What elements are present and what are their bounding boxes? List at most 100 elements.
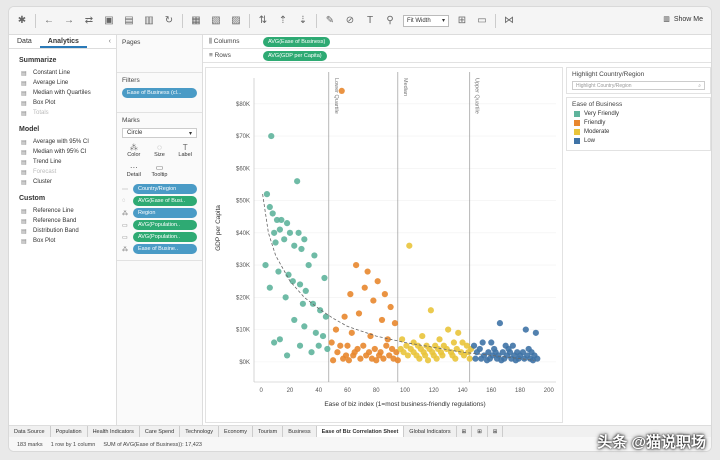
- refresh-icon[interactable]: ↻: [162, 14, 176, 28]
- data-point[interactable]: [521, 355, 528, 362]
- data-point[interactable]: [491, 345, 498, 353]
- data-point[interactable]: [380, 355, 387, 362]
- data-point[interactable]: [263, 191, 271, 198]
- data-point[interactable]: [470, 342, 478, 349]
- sheet-tab[interactable]: Tourism: [253, 425, 284, 438]
- data-point[interactable]: [427, 307, 434, 314]
- data-point[interactable]: [345, 357, 353, 364]
- data-point[interactable]: [360, 342, 367, 349]
- save-icon[interactable]: ▣: [102, 14, 116, 28]
- data-point[interactable]: [351, 349, 358, 356]
- data-point[interactable]: [505, 345, 512, 353]
- data-point[interactable]: [364, 268, 371, 275]
- data-point[interactable]: [488, 339, 495, 346]
- scatter-chart[interactable]: $0K $10K $20K $30K $40K $50K $60K $70K $80K 0 20 40…: [206, 68, 564, 424]
- sheet-tab[interactable]: Economy: [219, 425, 253, 438]
- data-point[interactable]: [332, 326, 340, 333]
- data-point[interactable]: [478, 355, 485, 362]
- data-point[interactable]: [289, 278, 296, 285]
- data-point[interactable]: [305, 261, 312, 269]
- data-point[interactable]: [299, 300, 306, 307]
- filter-pill[interactable]: Ease of Business (cl...: [122, 88, 197, 98]
- new-worksheet-icon[interactable]: ⊞: [457, 425, 473, 438]
- data-point[interactable]: [496, 320, 504, 327]
- show-me-button[interactable]: ▥ Show Me: [663, 15, 703, 24]
- data-point[interactable]: [381, 291, 388, 298]
- legend-item[interactable]: Friendly: [574, 120, 705, 126]
- data-point[interactable]: [296, 342, 304, 349]
- data-point[interactable]: [498, 357, 505, 364]
- data-point[interactable]: [286, 229, 294, 236]
- data-point[interactable]: [365, 349, 373, 356]
- data-point[interactable]: [387, 303, 394, 311]
- data-point[interactable]: [341, 313, 348, 320]
- axis-icon[interactable]: ⊞: [455, 14, 469, 28]
- swap-icon[interactable]: ⇄: [82, 14, 96, 28]
- model-item[interactable]: ▤ Cluster: [21, 178, 116, 186]
- data-point[interactable]: [466, 355, 473, 362]
- fit-width-select[interactable]: Fit Width ▾: [403, 14, 449, 27]
- data-point[interactable]: [262, 261, 269, 269]
- mark-type-select[interactable]: Circle ▾: [122, 128, 197, 138]
- data-point[interactable]: [268, 132, 275, 140]
- data-point[interactable]: [311, 252, 318, 259]
- pages-card[interactable]: Pages: [117, 35, 202, 73]
- data-point[interactable]: [269, 210, 276, 217]
- marks-pill[interactable]: Country/Region: [133, 184, 197, 194]
- chart-icon[interactable]: ▦: [189, 14, 203, 28]
- tab-data[interactable]: Data: [9, 35, 40, 48]
- redo-icon[interactable]: →: [62, 14, 76, 28]
- pin-icon[interactable]: ⚲: [383, 14, 397, 28]
- data-point[interactable]: [291, 242, 298, 249]
- sheet-tab[interactable]: Global Indicators: [404, 425, 457, 438]
- sheet-tab[interactable]: Health Indicators: [88, 425, 140, 438]
- columns-pill[interactable]: AVG(Ease of Business): [263, 36, 331, 47]
- data-point[interactable]: [291, 316, 298, 324]
- tab-analytics[interactable]: Analytics: [39, 35, 87, 48]
- tooltip-button[interactable]: ▭ Tooltip: [148, 162, 172, 180]
- data-point[interactable]: [282, 294, 289, 301]
- trend-line[interactable]: [262, 194, 535, 361]
- model-item[interactable]: ▤ Average with 95% CI: [21, 138, 116, 146]
- data-point[interactable]: [378, 316, 386, 324]
- collapse-pane-icon[interactable]: ‹: [104, 35, 116, 48]
- data-point[interactable]: [406, 242, 413, 249]
- sheet-tab[interactable]: Population: [51, 425, 88, 438]
- detail-button[interactable]: ⋯ Detail: [122, 162, 146, 180]
- model-item[interactable]: ▤ Median with 95% CI: [21, 148, 116, 156]
- marks-pill[interactable]: AVG(Ease of Busi..: [133, 196, 197, 206]
- data-point[interactable]: [324, 345, 331, 353]
- summarize-item[interactable]: ▤ Constant Line: [21, 69, 116, 77]
- new-dashboard-icon[interactable]: ⊞: [472, 425, 488, 438]
- data-point[interactable]: [391, 320, 399, 327]
- data-point[interactable]: [348, 329, 355, 336]
- marks-pill[interactable]: Region: [133, 208, 197, 218]
- duplicate-sheet-icon[interactable]: ▧: [209, 14, 223, 28]
- sheet-tab[interactable]: Care Spend: [140, 425, 181, 438]
- data-point[interactable]: [271, 229, 278, 236]
- data-point[interactable]: [312, 329, 319, 336]
- label-icon[interactable]: T: [363, 14, 377, 28]
- data-point[interactable]: [416, 355, 423, 362]
- data-point[interactable]: [371, 345, 378, 353]
- data-point[interactable]: [374, 278, 381, 285]
- rows-pill[interactable]: AVG(GDP per Capita): [263, 50, 327, 61]
- data-point[interactable]: [472, 355, 479, 362]
- share-icon[interactable]: ⋈: [502, 14, 516, 28]
- data-point[interactable]: [455, 329, 462, 336]
- data-point[interactable]: [370, 297, 377, 304]
- data-point[interactable]: [394, 357, 401, 364]
- data-point[interactable]: [266, 203, 273, 211]
- data-point[interactable]: [301, 323, 308, 330]
- data-point[interactable]: [319, 332, 327, 340]
- data-point[interactable]: [275, 268, 282, 275]
- data-point[interactable]: [338, 87, 345, 95]
- data-point[interactable]: [483, 357, 491, 364]
- data-point[interactable]: [353, 261, 360, 269]
- data-point[interactable]: [433, 355, 440, 362]
- data-point[interactable]: [283, 352, 291, 359]
- legend-item[interactable]: Low: [574, 138, 705, 144]
- tableau-logo-icon[interactable]: ✱: [15, 14, 29, 28]
- data-point[interactable]: [436, 336, 443, 343]
- data-point[interactable]: [522, 326, 529, 333]
